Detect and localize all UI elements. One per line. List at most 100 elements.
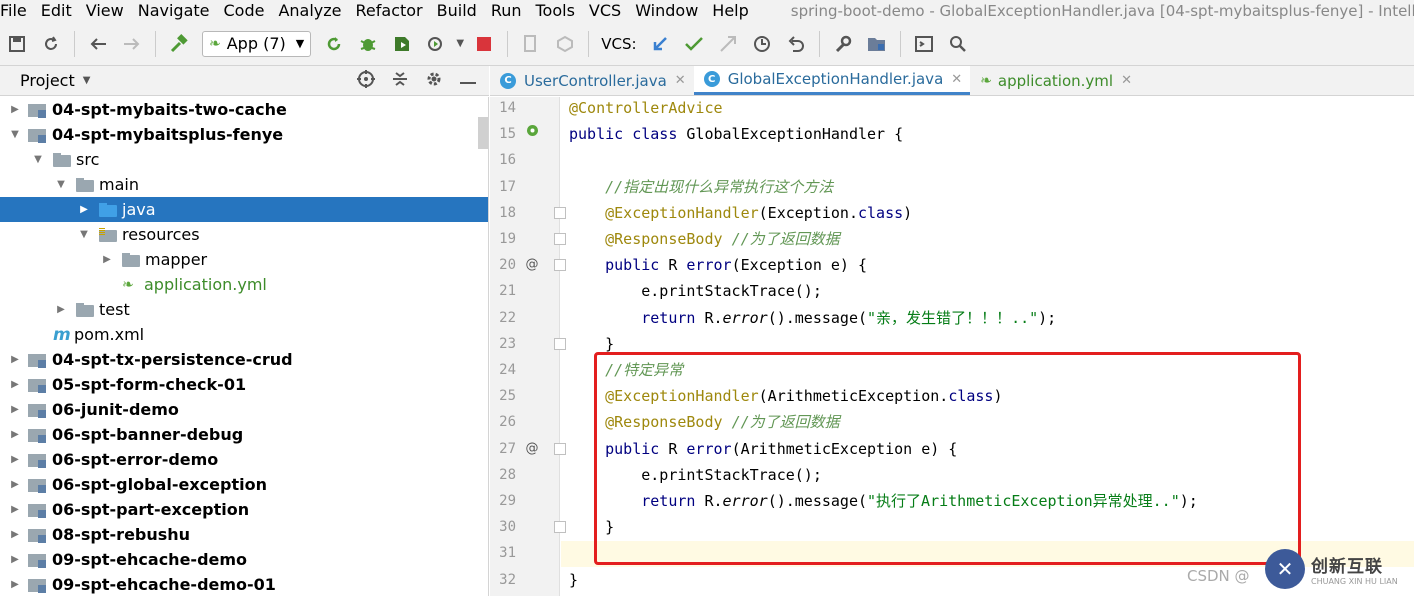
- run-configuration-selector[interactable]: ❧ App (7) ▼: [202, 30, 312, 57]
- forward-arrow-icon[interactable]: [120, 32, 144, 56]
- tree-scrollbar[interactable]: [478, 117, 488, 149]
- chevron-right-icon[interactable]: ▶: [8, 479, 22, 490]
- fold-marker-icon[interactable]: [554, 337, 566, 350]
- tree-item[interactable]: ▶ 06-spt-part-exception: [0, 497, 488, 522]
- chevron-right-icon[interactable]: ▶: [8, 529, 22, 540]
- tree-item[interactable]: ▶ 09-spt-ehcache-demo: [0, 547, 488, 572]
- chevron-down-icon[interactable]: ▼: [77, 229, 91, 240]
- menu-build[interactable]: Build: [435, 0, 483, 22]
- menu-tools[interactable]: Tools: [534, 0, 581, 22]
- close-icon[interactable]: ✕: [1121, 73, 1132, 88]
- fold-marker-icon[interactable]: [554, 442, 566, 455]
- chevron-down-icon[interactable]: ▼: [54, 179, 68, 190]
- menu-analyze[interactable]: Analyze: [276, 0, 347, 22]
- chevron-right-icon[interactable]: ▶: [54, 304, 68, 315]
- tree-item-label: mapper: [145, 250, 208, 269]
- tree-item[interactable]: ▼ src: [0, 147, 488, 172]
- chevron-right-icon[interactable]: ▶: [77, 204, 91, 215]
- collapse-all-icon[interactable]: [389, 70, 411, 92]
- sdk-manager-icon[interactable]: [553, 32, 577, 56]
- chevron-right-icon[interactable]: ▶: [8, 354, 22, 365]
- tree-item[interactable]: ❧ application.yml: [0, 272, 488, 297]
- search-icon[interactable]: [946, 32, 970, 56]
- vcs-push-icon[interactable]: [716, 32, 740, 56]
- gear-icon[interactable]: [423, 70, 445, 92]
- close-icon[interactable]: ✕: [675, 73, 686, 88]
- tree-item[interactable]: ▼ 04-spt-mybaitsplus-fenye: [0, 122, 488, 147]
- menu-view[interactable]: View: [84, 0, 130, 22]
- menu-file[interactable]: File: [0, 0, 33, 22]
- editor-tab[interactable]: C GlobalExceptionHandler.java ✕: [693, 66, 971, 95]
- debug-bug-icon[interactable]: [356, 32, 380, 56]
- code-editor[interactable]: 14 15 16 17 18 19 20 @21 22 23 24 25 26 27 @28 29 30 31 32…: [490, 97, 1414, 596]
- minimize-icon[interactable]: [457, 72, 479, 90]
- chevron-right-icon[interactable]: ▶: [8, 404, 22, 415]
- code-line: }: [569, 567, 578, 593]
- chevron-down-icon[interactable]: ▼: [8, 129, 22, 140]
- chevron-right-icon[interactable]: ▶: [100, 254, 114, 265]
- coverage-icon[interactable]: [390, 32, 414, 56]
- project-structure-icon[interactable]: [865, 32, 889, 56]
- fold-marker-icon[interactable]: [554, 206, 566, 219]
- tree-item[interactable]: ▶ 04-spt-mybaits-two-cache: [0, 97, 488, 122]
- fold-marker-icon[interactable]: [554, 259, 566, 272]
- menu-window[interactable]: Window: [633, 0, 704, 22]
- settings-wrench-icon[interactable]: [831, 32, 855, 56]
- menu-vcs[interactable]: VCS: [587, 0, 627, 22]
- save-all-icon[interactable]: [5, 32, 29, 56]
- sync-icon[interactable]: [39, 32, 63, 56]
- history-clock-icon[interactable]: [750, 32, 774, 56]
- tree-item[interactable]: ▶ 04-spt-tx-persistence-crud: [0, 347, 488, 372]
- tree-item[interactable]: ▶ 05-spt-form-check-01: [0, 372, 488, 397]
- menu-edit[interactable]: Edit: [39, 0, 78, 22]
- tree-item[interactable]: ▶ 08-spt-rebushu: [0, 522, 488, 547]
- locate-target-icon[interactable]: [355, 69, 377, 92]
- editor-tab[interactable]: ❧ application.yml ✕: [970, 66, 1140, 95]
- tree-item[interactable]: ▶ mapper: [0, 247, 488, 272]
- editor-gutter: 14 15 16 17 18 19 20 @21 22 23 24 25 26 27 @28 29 30 31 32: [490, 97, 566, 596]
- chevron-right-icon[interactable]: ▶: [8, 429, 22, 440]
- rerun-icon[interactable]: [322, 32, 346, 56]
- profile-icon[interactable]: [424, 32, 448, 56]
- tree-item[interactable]: ▶ test: [0, 297, 488, 322]
- fold-marker-icon[interactable]: [554, 233, 566, 245]
- tree-item[interactable]: ▶ 09-spt-ehcache-demo-01: [0, 572, 488, 596]
- chevron-right-icon[interactable]: ▶: [8, 504, 22, 515]
- menu-help[interactable]: Help: [710, 0, 754, 22]
- fold-marker-icon[interactable]: [554, 521, 566, 534]
- tree-item[interactable]: m pom.xml: [0, 322, 488, 347]
- tree-item[interactable]: ▶ 06-spt-banner-debug: [0, 422, 488, 447]
- chevron-down-icon[interactable]: ▼: [31, 154, 45, 165]
- tree-item[interactable]: ▶ 06-spt-error-demo: [0, 447, 488, 472]
- menu-refactor[interactable]: Refactor: [354, 0, 429, 22]
- tree-item[interactable]: ▶ 06-spt-global-exception: [0, 472, 488, 497]
- terminal-window-icon[interactable]: [912, 32, 936, 56]
- menu-run[interactable]: Run: [489, 0, 528, 22]
- close-icon[interactable]: ✕: [951, 72, 962, 87]
- menu-code[interactable]: Code: [222, 0, 271, 22]
- rollback-icon[interactable]: [784, 32, 808, 56]
- menu-navigate[interactable]: Navigate: [136, 0, 216, 22]
- chevron-right-icon[interactable]: ▶: [8, 379, 22, 390]
- back-arrow-icon[interactable]: [86, 32, 110, 56]
- editor-tab[interactable]: C UserController.java ✕: [490, 66, 694, 95]
- chevron-down-icon[interactable]: ▼: [455, 32, 465, 56]
- chevron-right-icon[interactable]: ▶: [8, 454, 22, 465]
- build-hammer-icon[interactable]: [167, 32, 191, 56]
- vcs-commit-check-icon[interactable]: [682, 32, 706, 56]
- tree-item[interactable]: ▼ resources: [0, 222, 488, 247]
- chevron-right-icon[interactable]: ▶: [8, 104, 22, 115]
- tree-item[interactable]: ▶ java: [0, 197, 488, 222]
- attach-device-icon[interactable]: [519, 32, 543, 56]
- chevron-right-icon[interactable]: ▶: [8, 554, 22, 565]
- tree-item[interactable]: ▼ main: [0, 172, 488, 197]
- tree-item[interactable]: ▶ 06-junit-demo: [0, 397, 488, 422]
- project-view-selector[interactable]: Project: [20, 71, 75, 90]
- chevron-right-icon[interactable]: ▶: [8, 579, 22, 590]
- vcs-update-icon[interactable]: [648, 32, 672, 56]
- override-at-icon[interactable]: @: [524, 252, 540, 278]
- spring-bean-icon[interactable]: [524, 121, 540, 147]
- stop-icon[interactable]: [472, 32, 496, 56]
- chevron-down-icon[interactable]: ▼: [83, 75, 91, 86]
- override-at-icon[interactable]: @: [524, 436, 540, 462]
